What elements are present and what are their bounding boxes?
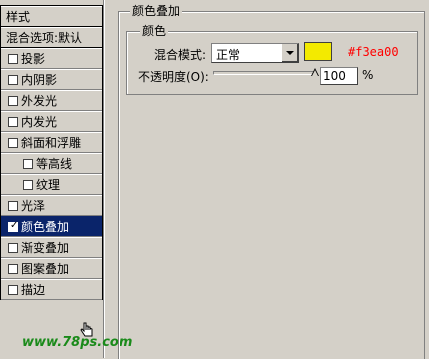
dropdown-arrow-button[interactable] [281, 44, 298, 62]
style-item-label: 图案叠加 [21, 262, 70, 276]
style-item-label: 描边 [21, 283, 46, 297]
style-item-label: 颜色叠加 [21, 220, 70, 234]
style-item[interactable]: 渐变叠加 [1, 237, 102, 258]
color-group [126, 31, 418, 95]
style-item[interactable]: 内阴影 [1, 69, 102, 90]
styles-sidebar: 样式 混合选项:默认 投影 内阴影 外发光 内发光 斜面和浮雕 等高线 纹理 光泽 ✓ 颜色叠加渐… [0, 0, 103, 358]
style-item-label: 纹理 [36, 178, 61, 192]
styles-list: 样式 混合选项:默认 投影 内阴影 外发光 内发光 斜面和浮雕 等高线 纹理 光泽 ✓ 颜色叠加渐… [0, 5, 103, 300]
opacity-slider-track[interactable] [213, 71, 317, 75]
checkbox[interactable] [8, 75, 18, 85]
style-item[interactable]: 斜面和浮雕 [1, 132, 102, 153]
opacity-label: 不透明度(O): [138, 70, 209, 84]
blend-mode-select[interactable]: 正常 [211, 43, 299, 63]
checkmark-icon: ✓ [10, 220, 19, 231]
style-item-label: 投影 [21, 52, 46, 66]
style-item-label: 渐变叠加 [21, 241, 70, 255]
opacity-unit: % [362, 68, 374, 82]
checkbox[interactable] [8, 117, 18, 127]
checkbox[interactable] [23, 159, 33, 169]
checkbox[interactable] [8, 264, 18, 274]
blend-mode-value: 正常 [216, 48, 241, 62]
style-item-label: 斜面和浮雕 [21, 136, 82, 150]
blend-options-item[interactable]: 混合选项:默认 [1, 27, 102, 48]
style-item[interactable]: 图案叠加 [1, 258, 102, 279]
checkbox[interactable] [23, 180, 33, 190]
overlay-color-swatch[interactable] [304, 42, 332, 61]
watermark-logo: www.78ps.com [22, 335, 133, 350]
style-item-label: 等高线 [36, 157, 73, 171]
color-hex-label: #f3ea00 [348, 45, 399, 59]
style-item[interactable]: ✓ 颜色叠加 [1, 216, 102, 237]
styles-header[interactable]: 样式 [1, 6, 102, 27]
style-item-label: 光泽 [21, 199, 46, 213]
checkbox[interactable] [8, 243, 18, 253]
panel-title: 颜色叠加 [130, 4, 183, 18]
style-item[interactable]: 内发光 [1, 111, 102, 132]
style-item[interactable]: 纹理 [1, 174, 102, 195]
checkbox-checked[interactable]: ✓ [8, 220, 19, 232]
checkbox[interactable] [8, 285, 18, 295]
style-item-label: 外发光 [21, 94, 58, 108]
style-item[interactable]: 投影 [1, 48, 102, 69]
opacity-slider-thumb-fill [312, 70, 318, 76]
style-item-label: 内阴影 [21, 73, 58, 87]
style-item[interactable]: 光泽 [1, 195, 102, 216]
checkbox[interactable] [8, 138, 18, 148]
style-item[interactable]: 描边 [1, 279, 102, 300]
chevron-down-icon [286, 51, 294, 55]
style-item[interactable]: 外发光 [1, 90, 102, 111]
checkbox[interactable] [8, 96, 18, 106]
style-item[interactable]: 等高线 [1, 153, 102, 174]
checkbox[interactable] [8, 54, 18, 64]
opacity-input[interactable]: 100 [320, 67, 358, 85]
checkbox[interactable] [8, 201, 18, 211]
color-group-title: 颜色 [140, 24, 169, 38]
sidebar-divider-highlight [104, 0, 105, 358]
style-item-label: 内发光 [21, 115, 58, 129]
blend-mode-label: 混合模式: [154, 48, 207, 62]
